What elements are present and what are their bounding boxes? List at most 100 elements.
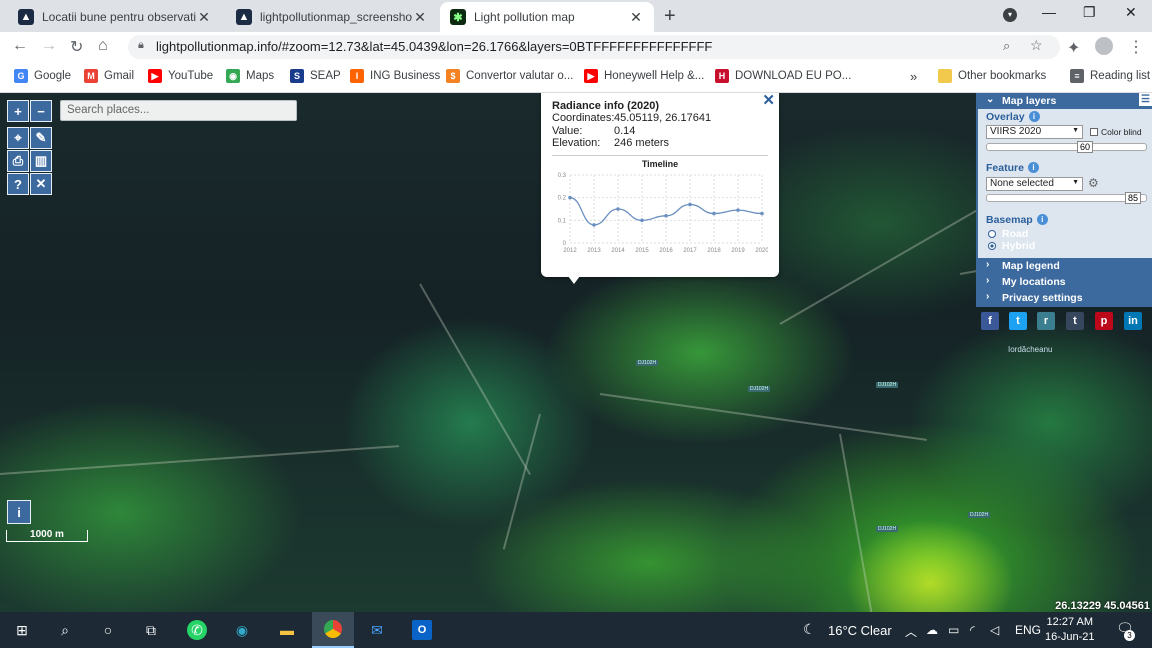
gear-icon[interactable]: ⚙ — [1088, 176, 1099, 190]
chevron-up-icon[interactable]: ︿ — [905, 623, 917, 640]
mail-icon[interactable]: ✉ — [367, 620, 387, 640]
edge-icon[interactable]: ◉ — [232, 620, 252, 640]
more-bookmarks-button[interactable]: » — [910, 69, 917, 84]
feature-select[interactable]: None selected ▼ — [986, 177, 1083, 191]
extensions-icon[interactable]: ✦ — [1067, 38, 1080, 58]
row-key: Coordinates: — [552, 112, 615, 124]
tab-screenshot[interactable]: ▲ lightpollutionmap_screenshot_20 ✕ — [226, 2, 438, 32]
file-explorer-icon[interactable]: ▬ — [277, 620, 297, 640]
facebook-icon[interactable]: f — [981, 312, 999, 330]
battery-icon[interactable]: ▭ — [948, 623, 959, 637]
bookmark-item[interactable]: S SEAP — [290, 69, 341, 83]
chrome-taskbar-button[interactable] — [312, 612, 354, 648]
clock[interactable]: 12:27 AM 16-Jun-21 — [1045, 615, 1095, 645]
my-locations-section[interactable]: › My locations — [978, 274, 1152, 290]
panel-menu-icon[interactable]: ☰ — [1139, 93, 1152, 106]
back-icon[interactable]: ← — [12, 37, 28, 55]
info-icon[interactable]: i — [1036, 214, 1048, 225]
linkedin-icon[interactable]: in — [1124, 312, 1142, 330]
search-input[interactable]: Search places... — [60, 100, 297, 121]
zoom-out-button[interactable]: − — [30, 100, 52, 122]
wifi-icon[interactable]: ◜ — [970, 623, 975, 637]
twitter-icon[interactable]: t — [1009, 312, 1027, 330]
close-tab-icon[interactable]: ✕ — [628, 9, 644, 26]
radio-icon[interactable] — [988, 242, 996, 250]
chrome-icon — [324, 620, 342, 638]
menu-icon[interactable]: ⋮ — [1128, 37, 1144, 57]
bookmark-item[interactable]: ▶ Honeywell Help &... — [584, 69, 704, 83]
tab-locatii[interactable]: ▲ Locatii bune pentru observatii - F ✕ — [8, 2, 222, 32]
zoom-in-button[interactable]: + — [7, 100, 29, 122]
bookmark-item[interactable]: I ING Business — [350, 69, 440, 83]
tab-search-icon[interactable]: ▾ — [1003, 8, 1017, 22]
url-text[interactable]: lightpollutionmap.info/#zoom=12.73&lat=4… — [156, 39, 712, 54]
basemap-road-radio[interactable]: Road — [988, 228, 1028, 240]
x-tick-label: 2015 — [635, 248, 649, 254]
x-tick-label: 2017 — [683, 248, 697, 254]
map-canvas[interactable]: DJ102H DJ102H DJ102H DJ102H DJ102H Iordă… — [0, 93, 1152, 612]
slider-handle[interactable]: 85 — [1125, 192, 1141, 204]
bookmark-label: SEAP — [310, 70, 341, 82]
map-legend-section[interactable]: › Map legend — [978, 258, 1152, 274]
map-layers-header[interactable]: ⌄ Map layers ☰ — [978, 93, 1152, 109]
task-view-icon[interactable]: ⧉ — [141, 620, 161, 640]
pinterest-icon[interactable]: p — [1095, 312, 1113, 330]
overlay-opacity-slider[interactable]: 60 — [986, 141, 1147, 153]
close-tab-icon[interactable]: ✕ — [412, 9, 428, 26]
cortana-icon[interactable]: ○ — [98, 620, 118, 640]
bookmark-item[interactable]: M Gmail — [84, 69, 134, 83]
volume-icon[interactable]: ◁ — [990, 623, 999, 637]
basemap-hybrid-radio[interactable]: Hybrid — [988, 240, 1035, 252]
weather-text[interactable]: 16°C Clear — [828, 623, 892, 638]
bookmark-item[interactable]: H DOWNLOAD EU PO... — [715, 69, 851, 83]
search-icon[interactable]: ⌕ — [55, 620, 75, 640]
reload-icon[interactable]: ↻ — [70, 37, 83, 57]
restore-button[interactable]: ❐ — [1083, 4, 1096, 21]
tools-icon[interactable]: ✕ — [30, 173, 52, 195]
lock-icon[interactable]: 🔒︎ — [138, 39, 144, 52]
reading-list[interactable]: ≡ Reading list — [1070, 69, 1150, 83]
radio-icon[interactable] — [988, 230, 996, 238]
feature-opacity-slider[interactable]: 85 — [986, 192, 1147, 204]
tab-light-pollution-map[interactable]: ✱ Light pollution map ✕ — [440, 2, 654, 32]
windows-start-icon[interactable]: ⊞ — [12, 620, 32, 640]
language-indicator[interactable]: ENG — [1015, 623, 1041, 637]
close-tab-icon[interactable]: ✕ — [196, 9, 212, 26]
address-bar[interactable]: 🔒︎ lightpollutionmap.info/#zoom=12.73&la… — [128, 35, 1060, 59]
star-icon[interactable]: ☆ — [1030, 37, 1043, 54]
bookmark-item[interactable]: G Google — [14, 69, 71, 83]
outlook-icon[interactable]: O — [412, 620, 432, 640]
info-icon[interactable]: i — [1027, 162, 1039, 173]
slider-handle[interactable]: 60 — [1077, 141, 1093, 153]
zoom-icon[interactable]: ⌕ — [1003, 38, 1010, 54]
bookmark-icon: ▶ — [148, 69, 162, 83]
home-icon[interactable]: ⌂ — [98, 37, 108, 55]
whatsapp-icon[interactable]: ✆ — [187, 620, 207, 640]
reddit-icon[interactable]: r — [1037, 312, 1055, 330]
minimize-button[interactable]: — — [1042, 4, 1056, 20]
color-blind-checkbox[interactable]: Color blind — [1090, 127, 1142, 137]
chart-icon[interactable]: ▥ — [30, 150, 52, 172]
close-window-button[interactable]: ✕ — [1125, 4, 1137, 21]
bookmark-label: Google — [34, 70, 72, 82]
privacy-settings-section[interactable]: › Privacy settings — [978, 290, 1152, 306]
bookmark-item[interactable]: $ Convertor valutar o... — [446, 69, 573, 83]
bookmark-item[interactable]: ▶ YouTube — [148, 69, 213, 83]
ruler-icon[interactable]: ✎ — [30, 127, 52, 149]
checkbox-icon[interactable] — [1090, 128, 1098, 136]
other-bookmarks[interactable]: Other bookmarks — [938, 69, 1046, 83]
new-tab-button[interactable]: + — [664, 5, 676, 28]
forward-icon[interactable]: → — [41, 37, 57, 55]
info-button[interactable]: i — [7, 500, 31, 524]
overlay-select[interactable]: VIIRS 2020 ▼ — [986, 125, 1083, 139]
info-icon[interactable]: i — [1028, 111, 1040, 122]
profile-avatar[interactable] — [1095, 37, 1113, 55]
bookmark-item[interactable]: ◉ Maps — [226, 69, 274, 83]
x-tick-label: 2012 — [563, 248, 577, 254]
tumblr-icon[interactable]: t — [1066, 312, 1084, 330]
locate-icon[interactable]: ⌖ — [7, 127, 29, 149]
close-icon[interactable]: ✕ — [762, 93, 775, 109]
print-icon[interactable]: ⎙ — [7, 150, 29, 172]
cloud-icon[interactable]: ☁ — [926, 623, 938, 637]
help-icon[interactable]: ? — [7, 173, 29, 195]
